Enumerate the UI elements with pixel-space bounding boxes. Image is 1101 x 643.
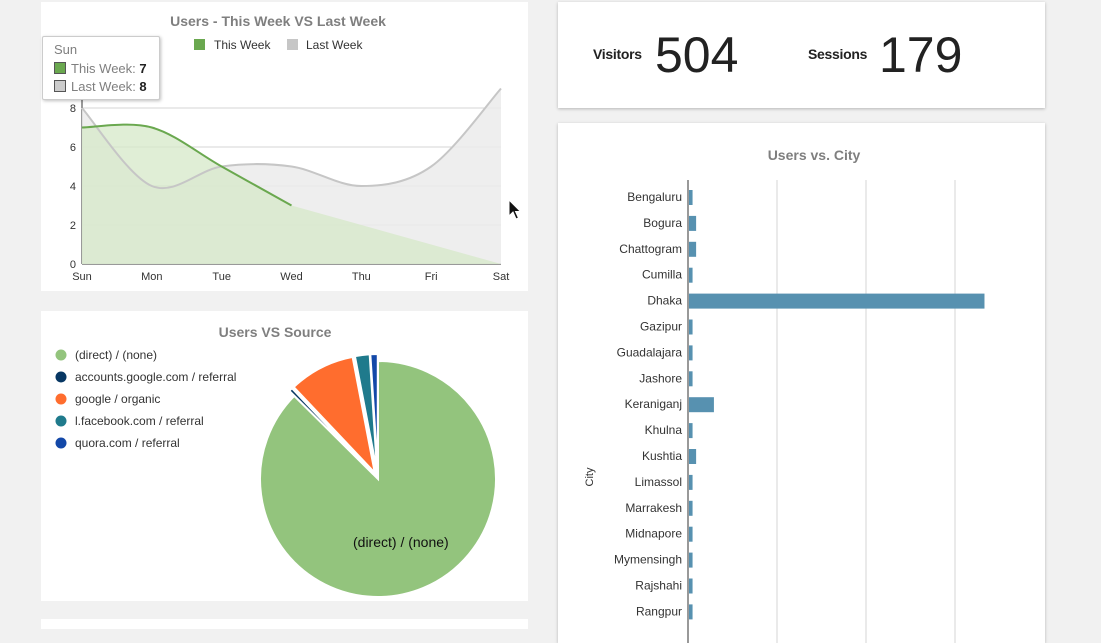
visitors-label: Visitors bbox=[593, 46, 642, 62]
y-tick-label: Bengaluru bbox=[627, 190, 682, 204]
y-tick-label: Jashore bbox=[639, 371, 682, 385]
pie-legend[interactable]: (direct) / (none) accounts.google.com / r… bbox=[55, 348, 237, 450]
tooltip-label-last-week: Last Week bbox=[71, 79, 133, 94]
tooltip-swatch-this-week bbox=[54, 62, 66, 74]
legend-label[interactable]: (direct) / (none) bbox=[75, 348, 157, 362]
x-tick-label: Mon bbox=[141, 271, 162, 283]
city-bar[interactable] bbox=[689, 190, 693, 205]
tooltip-label-this-week: This Week bbox=[71, 61, 133, 76]
y-tick-label: Limassol bbox=[635, 475, 682, 489]
y-tick-label: Midnapore bbox=[625, 527, 682, 541]
city-bar[interactable] bbox=[689, 474, 693, 490]
legend-label[interactable]: quora.com / referral bbox=[75, 436, 180, 450]
x-tick-label: Wed bbox=[280, 271, 302, 283]
y-tick-label: 6 bbox=[70, 142, 76, 154]
y-axis-label: City bbox=[584, 467, 596, 486]
legend-label-last-week[interactable]: Last Week bbox=[306, 38, 363, 52]
tooltip-value-this-week: 7 bbox=[139, 61, 147, 76]
y-tick-label: Bogura bbox=[643, 216, 682, 230]
city-bar[interactable] bbox=[689, 215, 697, 231]
city-bar[interactable] bbox=[689, 526, 693, 542]
sessions-value: 179 bbox=[879, 27, 963, 83]
y-tick-label: Cumilla bbox=[642, 268, 682, 282]
city-bar[interactable] bbox=[689, 552, 693, 568]
legend-label[interactable]: l.facebook.com / referral bbox=[75, 414, 204, 428]
city-bar[interactable] bbox=[689, 293, 985, 309]
city-bar[interactable] bbox=[689, 500, 693, 516]
y-tick-label: Marrakesh bbox=[625, 501, 682, 515]
y-tick-label: Mymensingh bbox=[614, 553, 682, 567]
pie-slices bbox=[259, 353, 497, 598]
y-tick-label: Rajshahi bbox=[635, 579, 682, 593]
sessions-label: Sessions bbox=[808, 46, 868, 62]
y-tick-label: Gazipur bbox=[640, 320, 682, 334]
x-tick-label: Tue bbox=[212, 271, 231, 283]
chart-tooltip: Sun This Week: 7 Last Week: 8 bbox=[42, 36, 160, 100]
y-tick-label: Rangpur bbox=[636, 604, 682, 618]
tooltip-row-last-week: Last Week: 8 bbox=[54, 79, 147, 94]
legend-swatch bbox=[55, 393, 67, 405]
y-tick-label: 0 bbox=[70, 259, 76, 271]
tooltip-value-last-week: 8 bbox=[139, 79, 147, 94]
visitors-value: 504 bbox=[655, 27, 739, 83]
city-bar[interactable] bbox=[689, 345, 693, 361]
city-bar[interactable] bbox=[689, 267, 693, 283]
legend-swatch bbox=[55, 437, 67, 449]
chart-title: Users - This Week VS Last Week bbox=[170, 13, 386, 29]
city-bar[interactable] bbox=[689, 604, 693, 620]
chart-title: Users vs. City bbox=[768, 147, 861, 163]
city-bar[interactable] bbox=[689, 319, 693, 335]
kpi-card: Visitors 504 Sessions 179 bbox=[558, 2, 1045, 108]
city-bar[interactable] bbox=[689, 371, 693, 387]
city-bar[interactable] bbox=[689, 578, 693, 594]
y-tick-label: Kushtia bbox=[642, 449, 682, 463]
legend-swatch-last-week bbox=[287, 39, 298, 50]
x-tick-label: Fri bbox=[425, 271, 438, 283]
bottom-card bbox=[41, 619, 528, 629]
y-tick-label: Keraniganj bbox=[625, 397, 682, 411]
legend-swatch bbox=[55, 371, 67, 383]
legend-label[interactable]: accounts.google.com / referral bbox=[75, 370, 236, 384]
y-tick-label: Khulna bbox=[645, 423, 683, 437]
tooltip-row-this-week: This Week: 7 bbox=[54, 61, 147, 76]
users-source-chart: Users VS Source (direct) / (none) account… bbox=[55, 324, 497, 598]
users-city-chart: Users vs. City City Bengaluru Bogura Chatt… bbox=[584, 147, 985, 643]
legend-label[interactable]: google / organic bbox=[75, 392, 160, 406]
chart-legend[interactable]: This Week Last Week bbox=[194, 38, 363, 52]
x-tick-label: Thu bbox=[352, 271, 371, 283]
mouse-cursor-icon bbox=[508, 199, 522, 220]
city-bar[interactable] bbox=[689, 241, 697, 257]
pie-slice-label: (direct) / (none) bbox=[353, 534, 449, 550]
city-bar[interactable] bbox=[689, 397, 714, 413]
users-source-chart-card: Users VS Source (direct) / (none) account… bbox=[41, 311, 528, 601]
y-tick-label: Dhaka bbox=[647, 294, 682, 308]
y-tick-label: 4 bbox=[70, 181, 76, 193]
legend-swatch-this-week bbox=[194, 39, 205, 50]
y-tick-label: Chattogram bbox=[619, 242, 682, 256]
x-tick-label: Sun bbox=[72, 271, 92, 283]
tooltip-swatch-last-week bbox=[54, 80, 66, 92]
x-tick-label: Sat bbox=[493, 271, 510, 283]
y-tick-label: 8 bbox=[70, 103, 76, 115]
legend-swatch bbox=[55, 415, 67, 427]
tooltip-title: Sun bbox=[54, 42, 78, 57]
users-city-chart-card: Users vs. City City Bengaluru Bogura Chatt… bbox=[558, 123, 1045, 643]
city-bar[interactable] bbox=[689, 423, 693, 439]
legend-label-this-week[interactable]: This Week bbox=[214, 38, 271, 52]
y-tick-label: 2 bbox=[70, 220, 76, 232]
legend-swatch bbox=[55, 349, 67, 361]
city-bar[interactable] bbox=[689, 449, 697, 464]
y-tick-label: Guadalajara bbox=[617, 345, 683, 359]
chart-title: Users VS Source bbox=[219, 324, 332, 340]
